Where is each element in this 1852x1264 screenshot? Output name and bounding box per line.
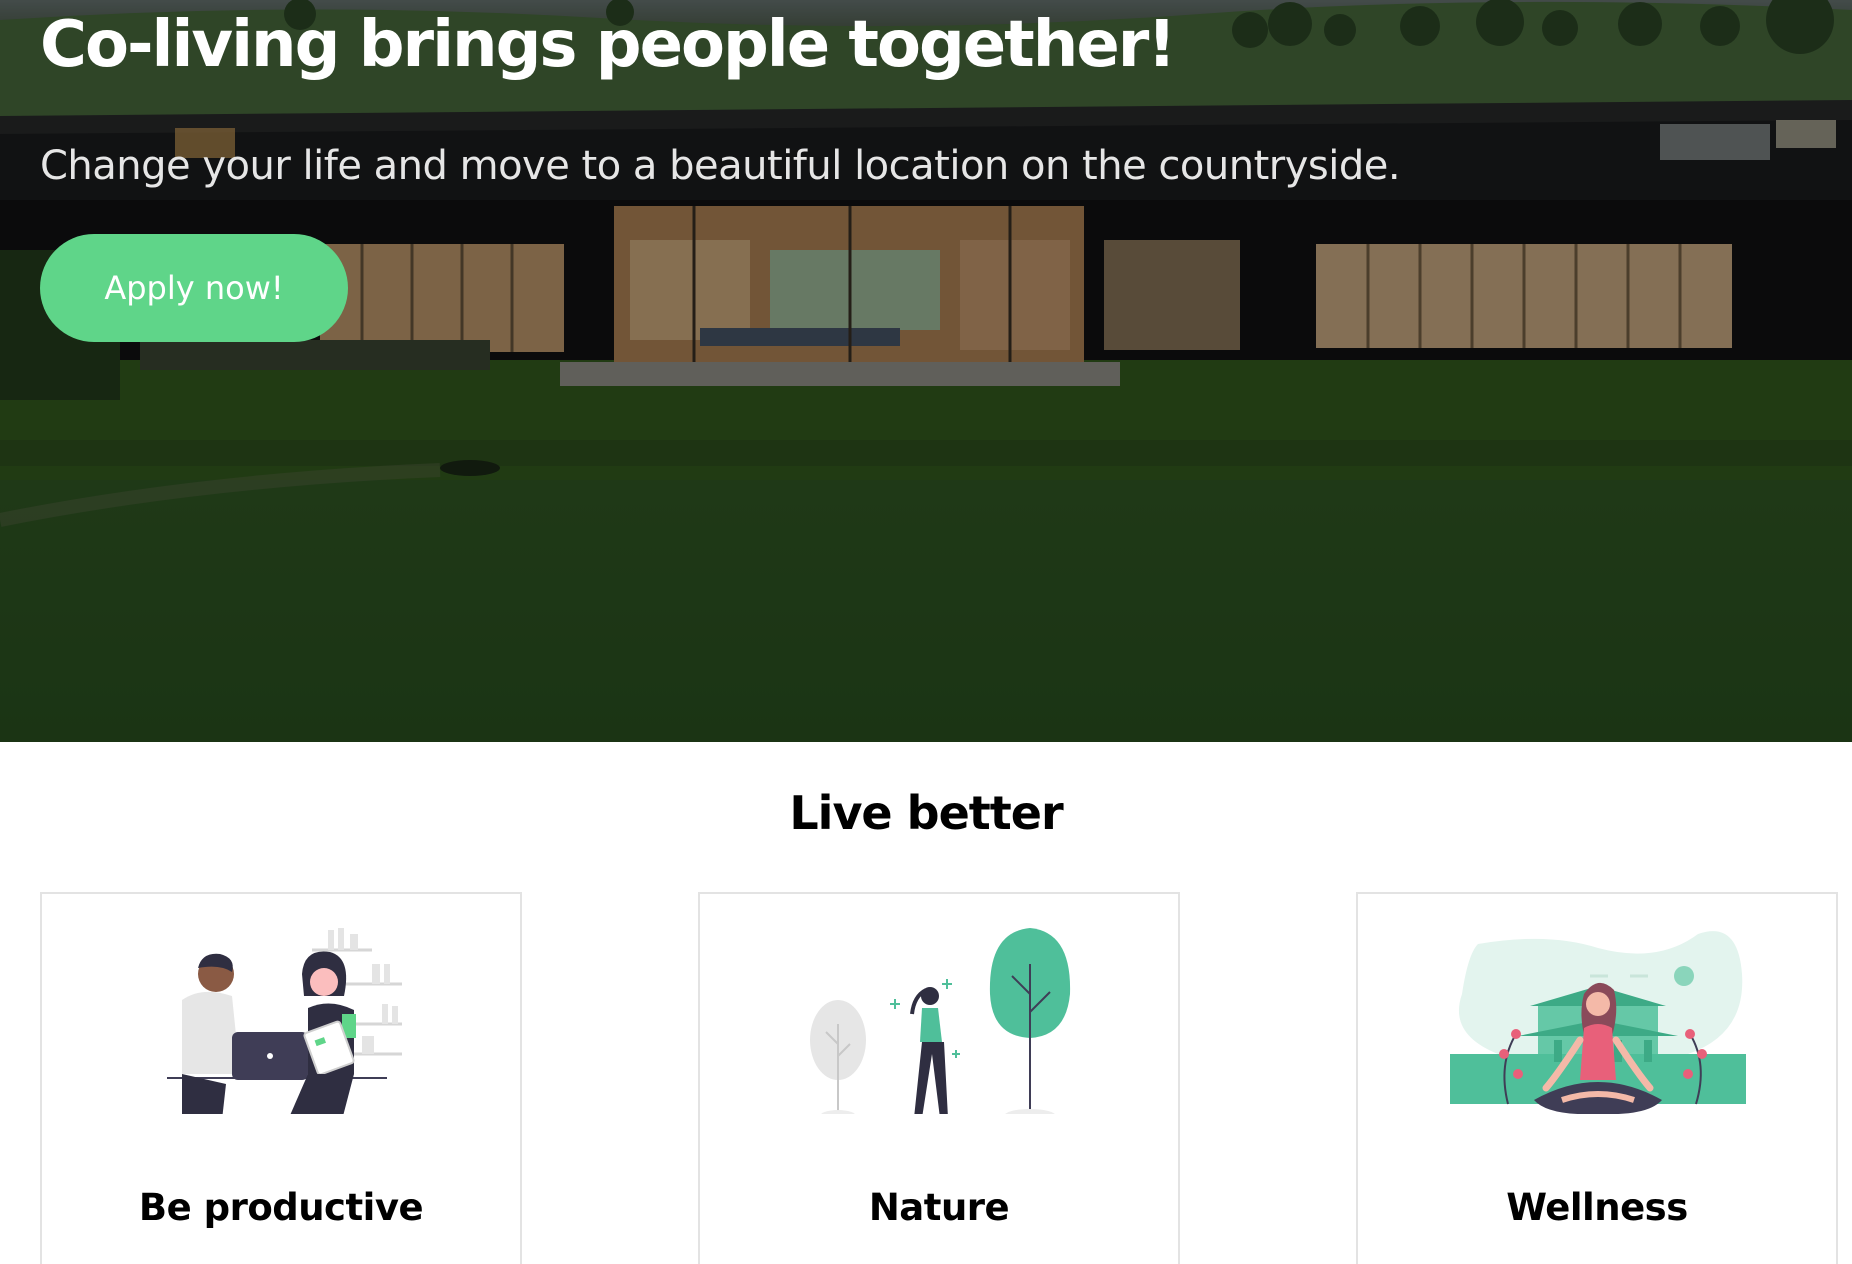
coworking-illustration xyxy=(167,928,402,1114)
hero-subtitle: Change your life and move to a beautiful… xyxy=(40,143,1401,189)
hero-title: Co-living brings people together! xyxy=(40,8,1176,82)
card-title-wellness: Wellness xyxy=(1506,1186,1688,1229)
card-title-productive: Be productive xyxy=(138,1186,424,1229)
nature-walk-illustration xyxy=(810,928,1071,1114)
apply-now-button[interactable]: Apply now! xyxy=(40,234,348,342)
section-title: Live better xyxy=(789,786,1063,840)
feature-card-nature: Nature xyxy=(698,892,1180,1264)
meditation-illustration xyxy=(1450,931,1746,1114)
card-title-nature: Nature xyxy=(868,1186,1010,1229)
hero-overlay xyxy=(0,0,1852,742)
hero-section: Co-living brings people together! Change… xyxy=(0,0,1852,742)
feature-card-productive: Be productive xyxy=(40,892,522,1264)
feature-card-wellness: Wellness xyxy=(1356,892,1838,1264)
